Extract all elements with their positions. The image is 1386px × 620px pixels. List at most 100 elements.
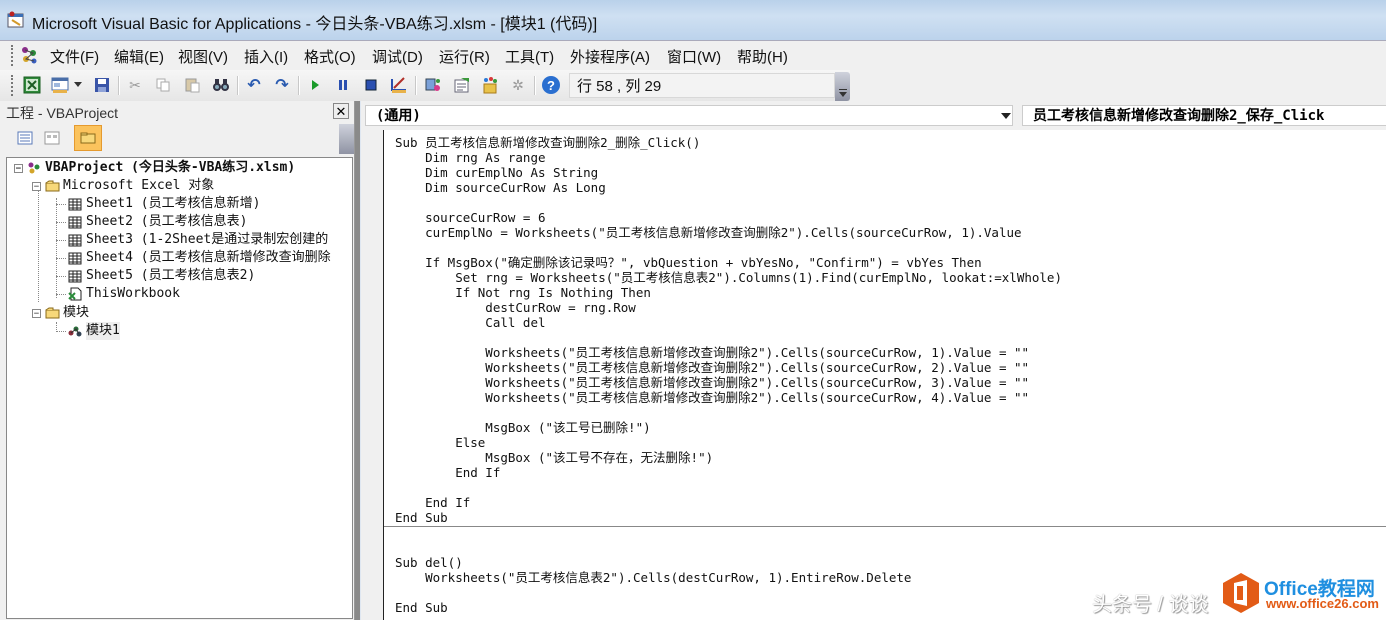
menu-debug[interactable]: 调试(D) xyxy=(372,46,423,67)
code-margin-indicator-bar[interactable] xyxy=(361,130,384,620)
toolbox-icon[interactable]: ✲ xyxy=(508,75,528,95)
code-line[interactable]: curEmplNo = Worksheets("员工考核信息新增修改查询删除2"… xyxy=(395,225,1021,240)
object-browser-icon[interactable] xyxy=(480,75,500,95)
redo-icon[interactable]: ↷ xyxy=(272,75,292,95)
break-icon[interactable] xyxy=(333,75,353,95)
menu-addins[interactable]: 外接程序(A) xyxy=(570,46,650,67)
procedure-combo[interactable]: 员工考核信息新增修改查询删除2_保存_Click xyxy=(1022,105,1386,126)
collapse-icon[interactable]: − xyxy=(32,308,41,318)
menu-window[interactable]: 窗口(W) xyxy=(667,46,721,67)
tree-item-sheet2[interactable]: Sheet2 (员工考核信息表) xyxy=(67,213,247,231)
menu-view[interactable]: 视图(V) xyxy=(178,46,228,67)
code-line[interactable]: sourceCurRow = 6 xyxy=(395,210,545,225)
project-pane-toolbar-handle[interactable] xyxy=(339,124,354,154)
tree-item-module1[interactable]: 模块1 xyxy=(67,322,120,340)
undo-icon[interactable]: ↶ xyxy=(244,75,264,95)
view-code-icon[interactable] xyxy=(14,127,36,149)
code-line[interactable]: End Sub xyxy=(395,600,448,615)
tree-connector xyxy=(56,198,57,298)
pane-splitter[interactable] xyxy=(355,101,360,620)
code-editor[interactable]: Sub 员工考核信息新增修改查询删除2_删除_Click() Dim rng A… xyxy=(384,130,1386,620)
code-line[interactable]: Worksheets("员工考核信息新增修改查询删除2").Cells(sour… xyxy=(395,390,1029,405)
code-line[interactable]: End If xyxy=(395,465,500,480)
view-excel-icon[interactable] xyxy=(22,75,42,95)
code-line[interactable]: Set rng = Worksheets("员工考核信息表2").Columns… xyxy=(395,270,1062,285)
tree-item-excel-objects[interactable]: − Microsoft Excel 对象 xyxy=(32,177,214,195)
toolbar-options-handle[interactable] xyxy=(835,72,850,101)
toolbar-grip[interactable] xyxy=(11,75,16,96)
svg-text:?: ? xyxy=(547,78,555,93)
toolbar-separator xyxy=(415,76,417,95)
code-line[interactable]: Worksheets("员工考核信息新增修改查询删除2").Cells(sour… xyxy=(395,360,1029,375)
dropdown-arrow-icon[interactable] xyxy=(72,75,84,95)
save-icon[interactable] xyxy=(92,75,112,95)
menu-edit[interactable]: 编辑(E) xyxy=(114,46,164,67)
properties-window-icon[interactable] xyxy=(452,75,472,95)
tree-item-sheet3[interactable]: Sheet3 (1-2Sheet是通过录制宏创建的 xyxy=(67,231,328,249)
paste-icon[interactable] xyxy=(182,75,202,95)
tree-connector xyxy=(56,222,66,223)
sheet-icon xyxy=(67,269,83,283)
menu-help[interactable]: 帮助(H) xyxy=(737,46,788,67)
tree-item-thisworkbook[interactable]: ThisWorkbook xyxy=(67,285,180,303)
object-combo[interactable]: (通用) xyxy=(365,105,1013,126)
tree-item-modules[interactable]: − 模块 xyxy=(32,304,89,322)
code-line[interactable]: Dim sourceCurRow As Long xyxy=(395,180,606,195)
window-title: Microsoft Visual Basic for Applications … xyxy=(32,16,598,33)
folder-icon xyxy=(44,179,60,193)
code-line[interactable]: destCurRow = rng.Row xyxy=(395,300,636,315)
tree-item-sheet5[interactable]: Sheet5 (员工考核信息表2) xyxy=(67,267,255,285)
insert-userform-icon[interactable] xyxy=(50,75,70,95)
project-tree: − VBAProject (今日头条-VBA练习.xlsm) − Microso… xyxy=(6,157,353,619)
module-icon xyxy=(67,324,83,338)
tree-item-label: Sheet3 (1-2Sheet是通过录制宏创建的 xyxy=(86,232,329,247)
tree-item-vbaproject[interactable]: − VBAProject (今日头条-VBA练习.xlsm) xyxy=(14,159,295,177)
collapse-icon[interactable]: − xyxy=(32,181,41,191)
code-line[interactable]: Call del xyxy=(395,315,545,330)
menubar-grip[interactable] xyxy=(11,45,16,66)
tree-item-label: Sheet4 (员工考核信息新增修改查询删除 xyxy=(86,250,331,265)
collapse-icon[interactable]: − xyxy=(14,163,23,173)
menu-format[interactable]: 格式(O) xyxy=(304,46,356,67)
menu-bar: 文件(F) 编辑(E) 视图(V) 插入(I) 格式(O) 调试(D) 运行(R… xyxy=(0,40,1386,71)
help-icon[interactable]: ? xyxy=(541,75,561,95)
copy-icon[interactable] xyxy=(153,75,173,95)
code-line[interactable]: If MsgBox("确定删除该记录吗？", vbQuestion + vbYe… xyxy=(395,255,982,270)
view-object-icon[interactable] xyxy=(41,127,63,149)
code-line[interactable]: Dim rng As range xyxy=(395,150,545,165)
vbaproject-icon xyxy=(26,161,42,175)
tree-connector xyxy=(56,258,66,259)
reset-icon[interactable] xyxy=(361,75,381,95)
menu-insert[interactable]: 插入(I) xyxy=(244,46,288,67)
vba-menu-icon[interactable] xyxy=(18,44,40,66)
code-line[interactable]: Sub del() xyxy=(395,555,463,570)
code-line[interactable]: MsgBox ("该工号不存在，无法删除!") xyxy=(395,450,713,465)
run-icon[interactable] xyxy=(305,75,325,95)
cut-icon[interactable]: ✂ xyxy=(125,75,145,95)
code-line[interactable]: Worksheets("员工考核信息新增修改查询删除2").Cells(sour… xyxy=(395,375,1029,390)
design-mode-icon[interactable] xyxy=(389,75,409,95)
tree-connector xyxy=(56,276,66,277)
tree-item-label: 模块1 xyxy=(86,322,120,340)
code-line[interactable]: If Not rng Is Nothing Then xyxy=(395,285,651,300)
object-combo-dropdown-icon[interactable] xyxy=(1001,113,1011,119)
code-line[interactable]: End If xyxy=(395,495,470,510)
menu-run[interactable]: 运行(R) xyxy=(439,46,490,67)
toggle-folders-icon[interactable] xyxy=(74,125,102,151)
menu-file[interactable]: 文件(F) xyxy=(50,46,99,67)
project-explorer-icon[interactable] xyxy=(423,75,443,95)
code-line[interactable]: Worksheets("员工考核信息表2").Cells(destCurRow,… xyxy=(395,570,911,585)
code-line[interactable]: Sub 员工考核信息新增修改查询删除2_删除_Click() xyxy=(395,135,700,150)
code-line[interactable]: MsgBox ("该工号已删除!") xyxy=(395,420,650,435)
tree-item-sheet1[interactable]: Sheet1 (员工考核信息新增) xyxy=(67,195,260,213)
code-line[interactable]: Dim curEmplNo As String xyxy=(395,165,598,180)
project-pane-close-button[interactable]: ✕ xyxy=(333,103,349,119)
code-line[interactable]: Worksheets("员工考核信息新增修改查询删除2").Cells(sour… xyxy=(395,345,1029,360)
menu-tools[interactable]: 工具(T) xyxy=(505,46,554,67)
watermark-url: www.office26.com xyxy=(1266,596,1379,611)
code-line[interactable]: End Sub xyxy=(395,510,448,525)
find-icon[interactable] xyxy=(211,75,231,95)
code-line[interactable]: Else xyxy=(395,435,485,450)
tree-item-sheet4[interactable]: Sheet4 (员工考核信息新增修改查询删除 xyxy=(67,249,331,267)
sheet-icon xyxy=(67,233,83,247)
